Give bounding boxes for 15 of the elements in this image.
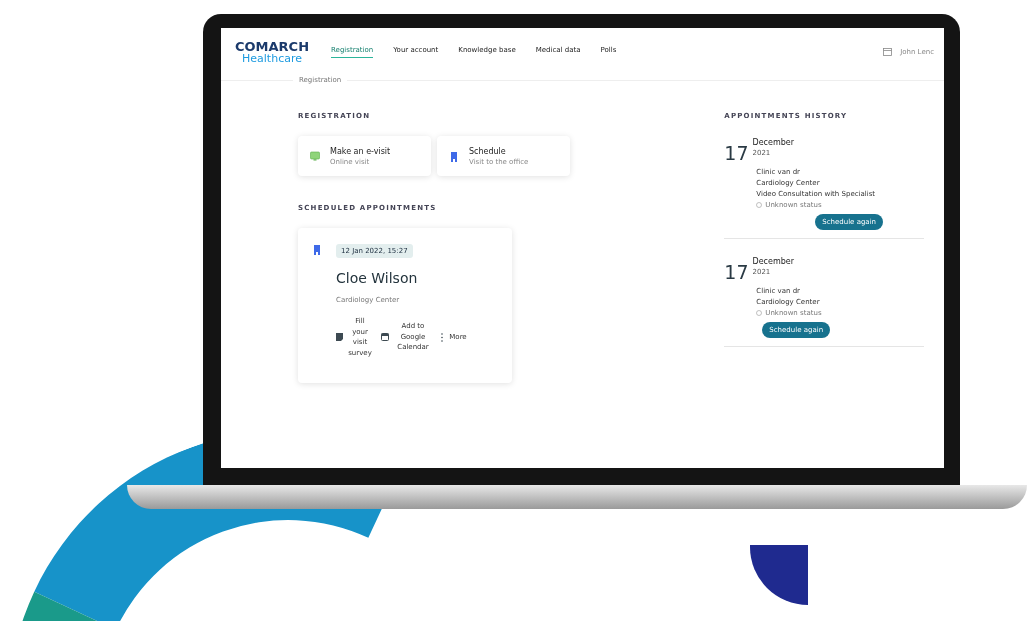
monitor-icon bbox=[310, 151, 320, 161]
document-icon bbox=[336, 333, 343, 341]
month-text: December bbox=[752, 257, 794, 266]
doctor-name: Cloe Wilson bbox=[336, 270, 418, 286]
building-icon bbox=[312, 244, 322, 255]
logo-text: COMARCH bbox=[235, 40, 310, 53]
calendar-icon bbox=[883, 48, 893, 56]
building-icon bbox=[449, 150, 459, 162]
calendar-icon bbox=[381, 333, 389, 341]
day-number: 17 bbox=[724, 263, 749, 282]
month-text: December bbox=[752, 138, 794, 147]
logo-subtitle: Healthcare bbox=[242, 53, 302, 64]
day-number: 17 bbox=[724, 144, 749, 163]
clock-icon bbox=[756, 310, 763, 316]
clock-icon bbox=[756, 202, 763, 208]
